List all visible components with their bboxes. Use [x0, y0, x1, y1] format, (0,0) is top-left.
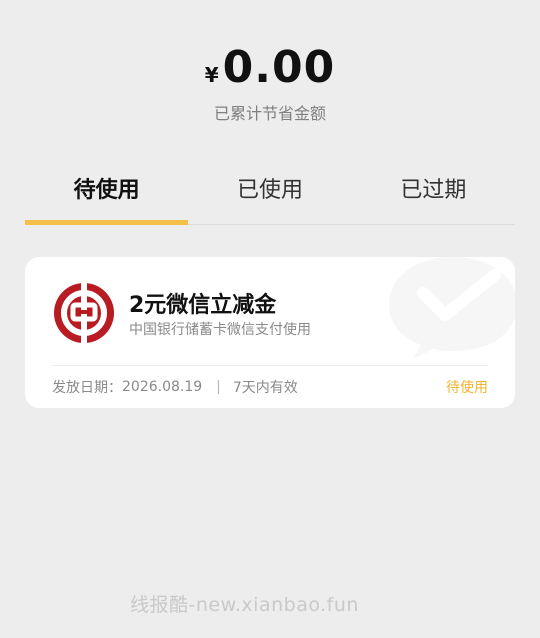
coupon-status-tabs: 待使用 已使用 已过期	[25, 168, 515, 225]
site-watermark: 线报酷-new.xianbao.fun	[130, 594, 359, 616]
card-divider	[52, 365, 488, 366]
bank-of-china-logo-icon	[54, 283, 114, 343]
footer-separator: |	[216, 379, 221, 395]
coupon-status-link[interactable]: 待使用	[446, 377, 488, 397]
savings-amount: 0.00	[222, 42, 336, 93]
issue-date-label: 发放日期：	[52, 380, 122, 396]
coupon-description: 中国银行储蓄卡微信支付使用	[129, 322, 311, 338]
wechat-pay-watermark-icon	[389, 257, 515, 359]
currency-symbol: ¥	[204, 63, 219, 87]
tab-unused[interactable]: 待使用	[25, 168, 189, 225]
coupon-title: 2元微信立减金	[129, 293, 277, 318]
coupon-footer: 发放日期： 2026.08.19 | 7天内有效 待使用	[52, 375, 488, 399]
savings-label: 已累计节省金额	[213, 104, 326, 123]
issue-date: 2026.08.19	[122, 379, 203, 395]
tab-used[interactable]: 已使用	[188, 168, 351, 224]
savings-amount-row: ¥ 0.00	[0, 40, 540, 96]
validity-period: 7天内有效	[232, 380, 298, 396]
tab-expired[interactable]: 已过期	[352, 168, 515, 224]
savings-summary: ¥ 0.00 已累计节省金额	[0, 40, 540, 124]
coupon-card[interactable]: 2元微信立减金 中国银行储蓄卡微信支付使用 发放日期： 2026.08.19 |…	[25, 257, 515, 408]
